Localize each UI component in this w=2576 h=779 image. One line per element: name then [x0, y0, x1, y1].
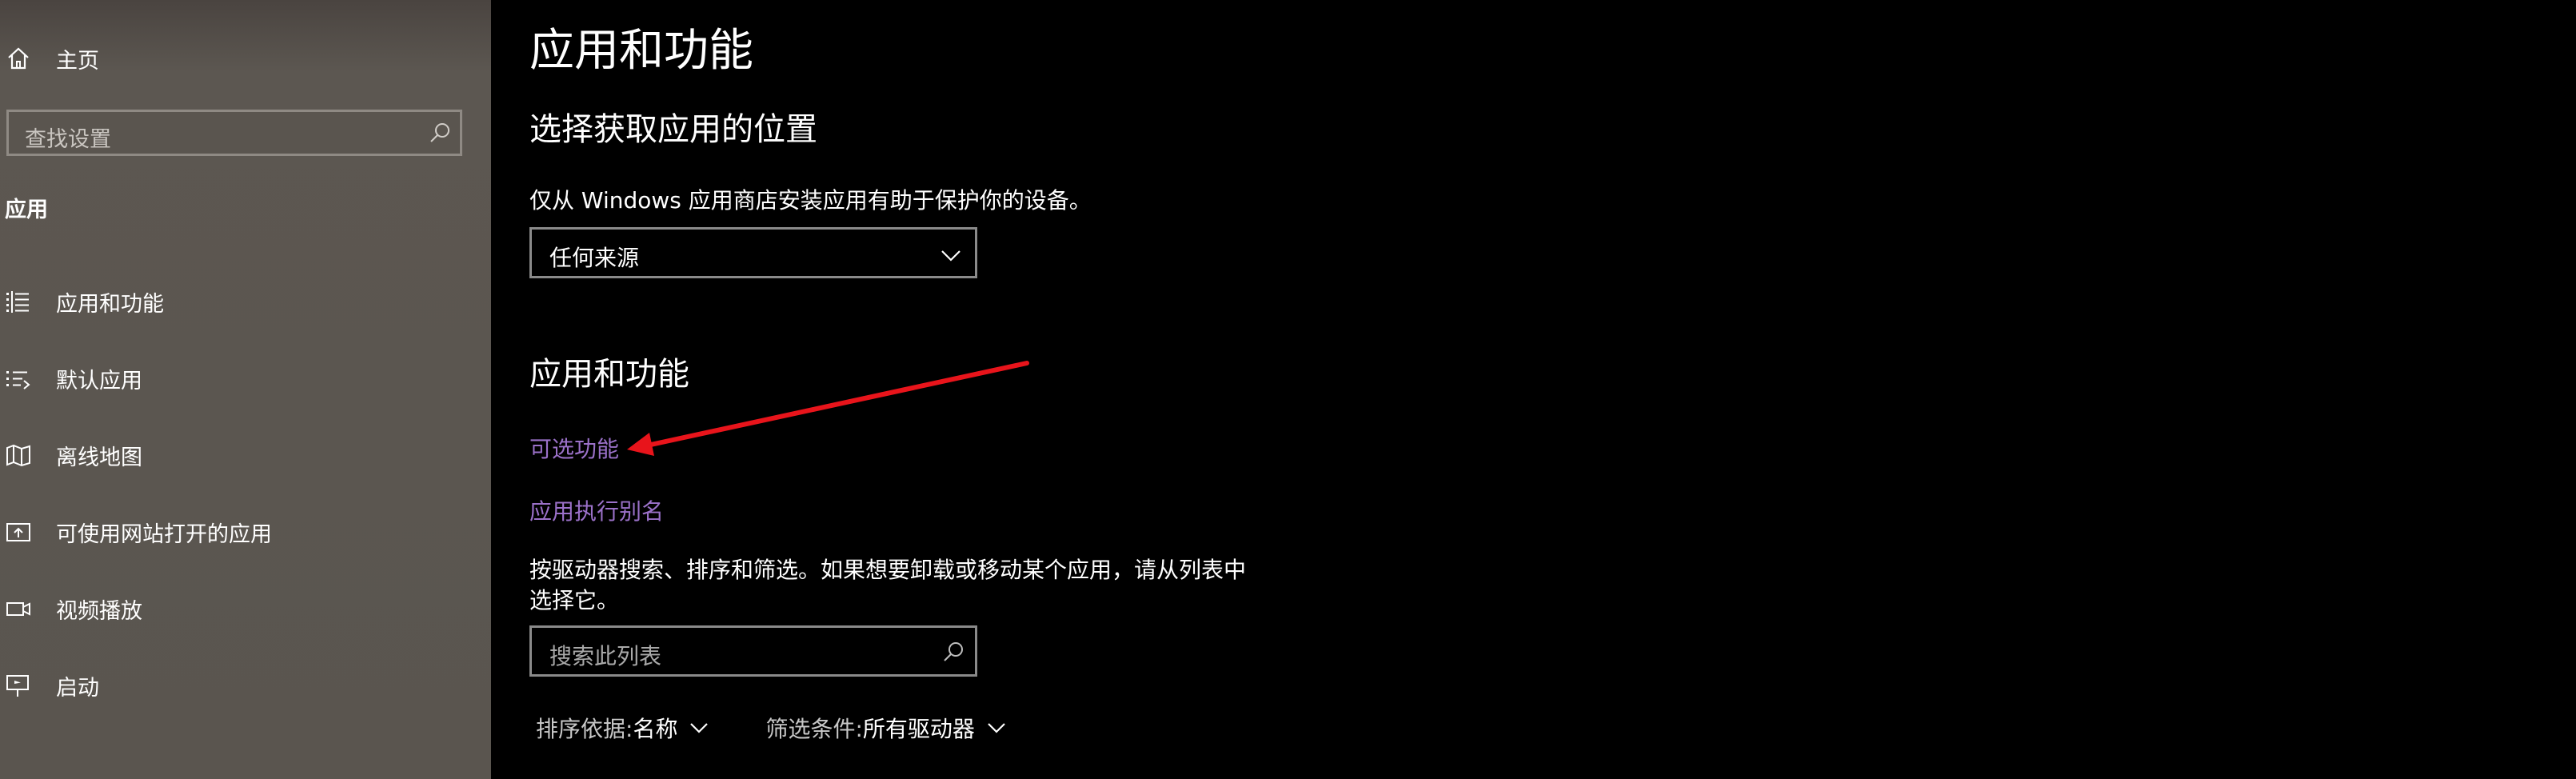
search-sort-filter-description: 按驱动器搜索、排序和筛选。如果想要卸载或移动某个应用，请从列表中选择它。 — [529, 557, 1247, 613]
sidebar-item-offline-maps[interactable]: 离线地图 — [0, 437, 142, 473]
sidebar-item-label: 视频播放 — [56, 598, 142, 624]
settings-window: 主页 查找设置 应用 应用和功能 默认应用 离线地图 可使用网站打开的应用 视频… — [0, 0, 2576, 779]
chevron-down-icon — [940, 244, 962, 266]
default-apps-icon — [5, 365, 32, 392]
install-source-dropdown[interactable]: 任何来源 — [529, 227, 977, 278]
sidebar-home[interactable]: 主页 — [0, 40, 99, 77]
sort-by-dropdown[interactable]: 排序依据: 名称 — [536, 712, 709, 744]
app-execution-aliases-link[interactable]: 应用执行别名 — [529, 494, 664, 526]
search-icon — [428, 122, 452, 146]
sort-by-value: 名称 — [633, 716, 678, 742]
main-content: 应用和功能 选择获取应用的位置 仅从 Windows 应用商店安装应用有助于保护… — [491, 0, 2576, 779]
sidebar-item-label: 启动 — [56, 675, 99, 701]
sidebar-item-apps-for-websites[interactable]: 可使用网站打开的应用 — [0, 513, 272, 550]
page-title: 应用和功能 — [529, 25, 753, 77]
filter-by-dropdown[interactable]: 筛选条件: 所有驱动器 — [765, 712, 1006, 744]
settings-search-input[interactable]: 查找设置 — [6, 110, 462, 156]
filter-by-label: 筛选条件: — [765, 716, 863, 742]
sidebar-item-label: 默认应用 — [56, 368, 142, 393]
install-source-dropdown-value: 任何来源 — [549, 245, 640, 271]
startup-icon — [5, 672, 32, 699]
map-icon — [5, 441, 32, 469]
chevron-down-icon — [986, 717, 1007, 738]
optional-features-link[interactable]: 可选功能 — [529, 432, 619, 464]
apps-list-icon — [5, 288, 32, 315]
app-list-search-input[interactable]: 搜索此列表 — [529, 625, 977, 677]
sidebar: 主页 查找设置 应用 应用和功能 默认应用 离线地图 可使用网站打开的应用 视频… — [0, 0, 491, 779]
sidebar-home-label: 主页 — [56, 48, 99, 74]
install-source-heading: 选择获取应用的位置 — [529, 111, 817, 148]
sidebar-item-label: 离线地图 — [56, 445, 142, 470]
open-with-website-icon — [5, 518, 32, 545]
video-icon — [5, 595, 32, 622]
search-icon — [941, 641, 965, 665]
app-list-search-placeholder: 搜索此列表 — [549, 643, 662, 669]
settings-search-placeholder: 查找设置 — [25, 127, 111, 152]
sidebar-item-label: 应用和功能 — [56, 291, 164, 317]
sidebar-item-startup[interactable]: 启动 — [0, 667, 99, 704]
sidebar-item-label: 可使用网站打开的应用 — [56, 521, 272, 547]
sidebar-item-apps-features[interactable]: 应用和功能 — [0, 283, 164, 320]
apps-features-heading: 应用和功能 — [529, 356, 689, 393]
chevron-down-icon — [689, 717, 709, 738]
sort-by-label: 排序依据: — [536, 716, 633, 742]
install-source-description: 仅从 Windows 应用商店安装应用有助于保护你的设备。 — [529, 187, 1092, 214]
filter-by-value: 所有驱动器 — [862, 716, 975, 742]
sidebar-section-apps: 应用 — [5, 198, 48, 222]
sidebar-item-video-playback[interactable]: 视频播放 — [0, 590, 142, 627]
sidebar-item-default-apps[interactable]: 默认应用 — [0, 360, 142, 397]
home-icon — [5, 45, 32, 72]
sort-filter-bar: 排序依据: 名称 筛选条件: 所有驱动器 — [536, 712, 1007, 744]
